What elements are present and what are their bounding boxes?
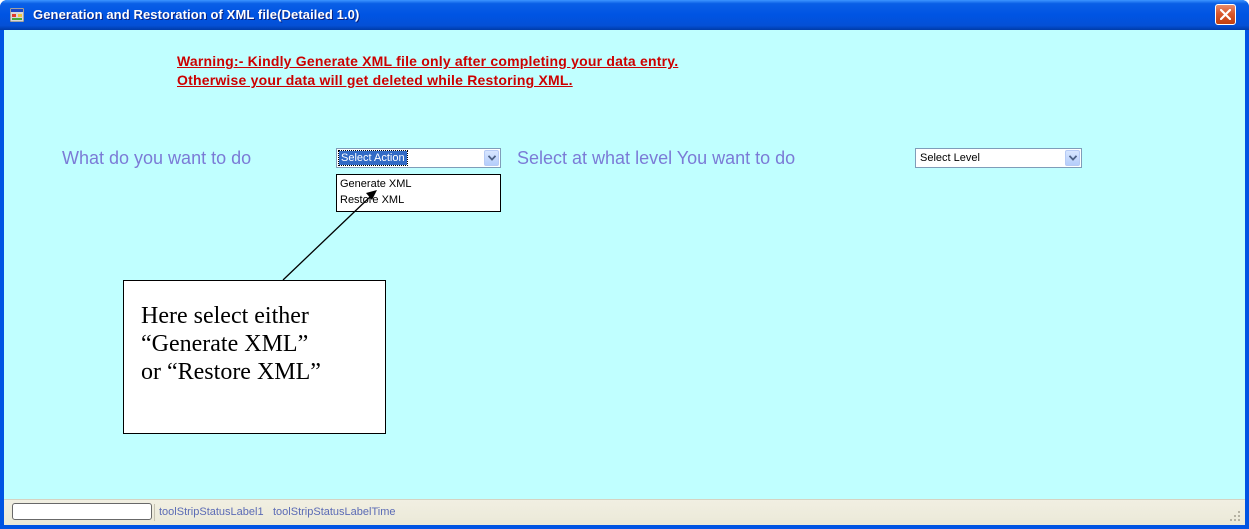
status-label-1: toolStripStatusLabel1: [159, 506, 264, 518]
option-restore-xml[interactable]: Restore XML: [340, 193, 404, 207]
window-title: Generation and Restoration of XML file(D…: [33, 7, 360, 22]
callout-line2: “Generate XML”: [141, 331, 309, 357]
action-select-value: Select Action: [338, 150, 408, 166]
action-select-dropdown-button[interactable]: [484, 150, 499, 166]
action-dropdown-list: Generate XML Restore XML: [336, 174, 501, 212]
status-progress-bar: [12, 503, 152, 520]
instruction-callout: Here select either “Generate XML” or “Re…: [123, 280, 386, 434]
callout-arrow: [282, 190, 377, 281]
close-icon: [1220, 9, 1231, 20]
status-label-time: toolStripStatusLabelTime: [273, 506, 396, 518]
warning-text-line2: Otherwise your data will get deleted whi…: [177, 72, 573, 88]
level-select-value: Select Level: [920, 152, 980, 164]
chevron-down-icon: [488, 155, 496, 161]
level-select[interactable]: Select Level: [915, 148, 1082, 168]
app-window: Generation and Restoration of XML file(D…: [0, 0, 1249, 529]
chevron-down-icon: [1069, 155, 1077, 161]
status-separator: [154, 504, 155, 521]
level-select-dropdown-button[interactable]: [1065, 150, 1080, 166]
title-bar[interactable]: Generation and Restoration of XML file(D…: [0, 0, 1249, 30]
action-select[interactable]: Select Action: [336, 148, 501, 168]
action-label: What do you want to do: [62, 148, 252, 168]
warning-text-line1: Warning:- Kindly Generate XML file only …: [177, 53, 679, 69]
form-client-area: Warning:- Kindly Generate XML file only …: [4, 30, 1245, 525]
callout-line3: or “Restore XML”: [141, 359, 321, 385]
app-window-icon[interactable]: [9, 7, 25, 23]
status-bar: toolStripStatusLabel1 toolStripStatusLab…: [4, 499, 1245, 525]
level-label: Select at what level You want to do: [517, 148, 796, 168]
resize-grip-icon[interactable]: [1229, 510, 1241, 522]
close-button[interactable]: [1215, 4, 1236, 25]
option-generate-xml[interactable]: Generate XML: [340, 177, 412, 191]
callout-line1: Here select either: [141, 303, 309, 329]
